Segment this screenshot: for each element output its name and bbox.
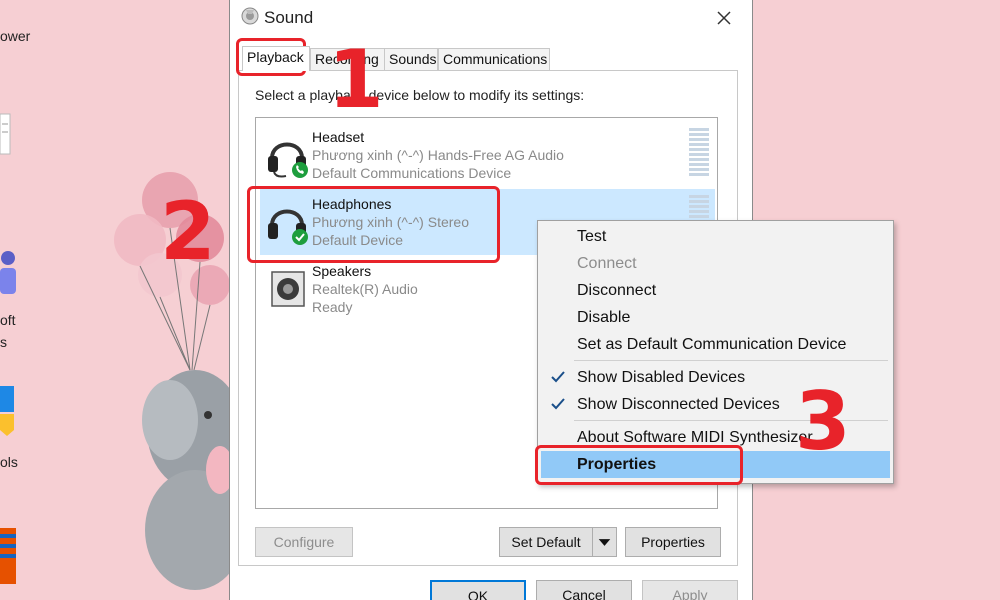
tab-strip: Playback Recording Sounds Communications <box>238 46 738 71</box>
properties-button[interactable]: Properties <box>625 527 721 557</box>
device-name: Speakers <box>312 263 372 279</box>
menu-item-test[interactable]: Test <box>541 223 890 250</box>
device-name: Headset <box>312 129 365 145</box>
annotation-box-properties <box>535 445 743 485</box>
menu-item-label: Show Disabled Devices <box>577 369 746 386</box>
dialog-title: Sound <box>264 8 314 27</box>
device-item-headset[interactable]: Headset Phương xinh (^-^) Hands-Free AG … <box>260 122 715 188</box>
menu-item-disable[interactable]: Disable <box>541 304 890 331</box>
set-default-label: Set Default <box>511 534 581 550</box>
desktop-icon-label: ower <box>0 28 31 44</box>
tab-sounds[interactable]: Sounds <box>384 48 438 70</box>
speaker-icon <box>271 271 305 307</box>
document-icon[interactable] <box>0 112 14 172</box>
device-description: Realtek(R) Audio <box>312 281 418 297</box>
set-default-button[interactable]: Set Default <box>499 527 617 557</box>
configure-button[interactable]: Configure <box>255 527 353 557</box>
desktop-icon-label: s <box>0 334 7 350</box>
menu-item-label: Show Disconnected Devices <box>577 396 780 413</box>
annotation-box-headphones <box>247 186 500 263</box>
menu-item-connect[interactable]: Connect <box>541 250 890 277</box>
windows-tools-icon[interactable] <box>0 384 20 444</box>
device-description: Phương xinh (^-^) Hands-Free AG Audio <box>312 147 564 163</box>
title-bar: Sound <box>230 0 752 36</box>
tab-communications[interactable]: Communications <box>438 48 550 70</box>
menu-separator <box>574 360 888 361</box>
teams-icon[interactable] <box>0 248 22 296</box>
level-meter <box>689 128 709 180</box>
menu-item-set-default-communication[interactable]: Set as Default Communication Device <box>541 331 890 358</box>
app-shortcut-icon[interactable] <box>0 528 20 588</box>
headset-phone-icon <box>268 142 308 178</box>
checkmark-icon <box>551 371 565 383</box>
annotation-step-2: 2 <box>160 185 216 278</box>
ok-button[interactable]: OK <box>430 580 526 600</box>
apply-button[interactable]: Apply <box>642 580 738 600</box>
close-icon[interactable] <box>712 6 736 30</box>
device-status: Default Communications Device <box>312 165 512 181</box>
tab-playback[interactable]: Playback <box>242 46 310 71</box>
instruction-text: Select a playback device below to modify… <box>255 87 585 103</box>
chevron-down-icon[interactable] <box>592 528 616 556</box>
device-status: Ready <box>312 299 353 315</box>
desktop-icon-label: oft <box>0 312 16 328</box>
sound-speaker-icon <box>241 7 259 25</box>
annotation-step-1: 1 <box>328 33 384 126</box>
cancel-button[interactable]: Cancel <box>536 580 632 600</box>
checkmark-icon <box>551 398 565 410</box>
desktop-icon-label: ols <box>0 454 18 470</box>
menu-item-disconnect[interactable]: Disconnect <box>541 277 890 304</box>
annotation-step-3: 3 <box>795 375 851 468</box>
